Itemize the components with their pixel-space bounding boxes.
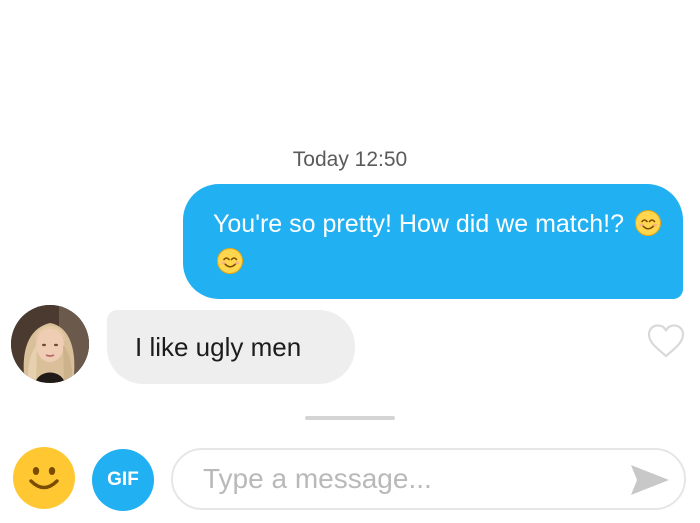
message-timestamp: Today 12:50	[292, 148, 408, 171]
divider-handle	[305, 416, 395, 420]
emoji-icon	[29, 467, 59, 490]
smiling-face-icon	[634, 210, 661, 236]
avatar[interactable]	[11, 305, 89, 383]
message-input[interactable]	[171, 448, 686, 510]
outgoing-message-bubble: You're so pretty! How did we match!?	[183, 184, 683, 299]
gif-button[interactable]: GIF	[92, 449, 154, 511]
send-icon	[631, 465, 669, 495]
emoji-button[interactable]	[13, 447, 75, 509]
heart-icon[interactable]	[646, 323, 686, 359]
smiling-face-icon	[217, 248, 243, 274]
incoming-message-text: I like ugly men	[135, 332, 302, 362]
send-button[interactable]	[628, 462, 672, 498]
outgoing-message-text: You're so pretty! How did we match!?	[213, 210, 624, 238]
incoming-message-bubble: I like ugly men	[107, 310, 355, 384]
